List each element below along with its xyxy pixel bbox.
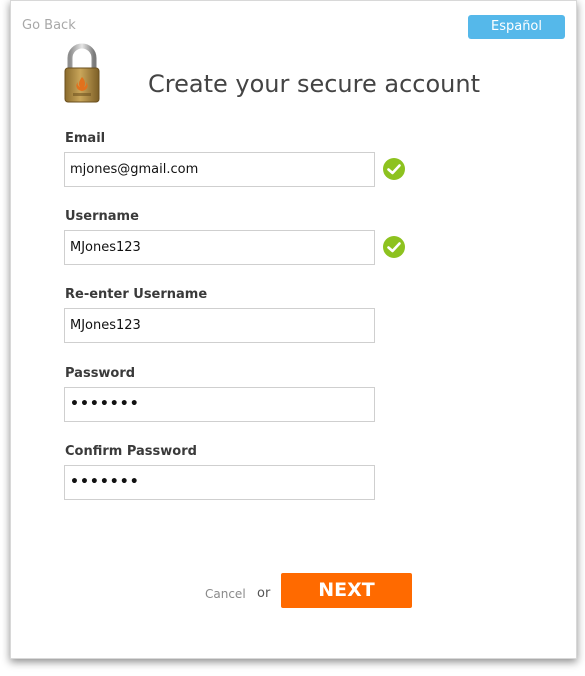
confirm-password-field[interactable]: ••••••• (64, 465, 375, 500)
email-field[interactable]: mjones@gmail.com (64, 152, 375, 187)
go-back-link[interactable]: Go Back (22, 18, 76, 33)
email-valid-checkmark-icon (383, 158, 405, 180)
next-button[interactable]: NEXT (281, 573, 412, 608)
password-field[interactable]: ••••••• (64, 387, 375, 422)
page-title: Create your secure account (148, 70, 480, 98)
username-field[interactable]: MJones123 (64, 230, 375, 265)
cancel-link[interactable]: Cancel (205, 587, 246, 601)
confirm-password-label: Confirm Password (65, 444, 197, 459)
page: Go Back Español Create your secure accou… (0, 0, 585, 676)
padlock-icon (64, 40, 100, 108)
reenter-username-field[interactable]: MJones123 (64, 308, 375, 343)
reenter-username-label: Re-enter Username (65, 287, 208, 302)
username-label: Username (65, 209, 139, 224)
username-valid-checkmark-icon (383, 236, 405, 258)
password-label: Password (65, 366, 136, 381)
or-separator: or (257, 586, 271, 601)
language-button[interactable]: Español (468, 15, 565, 39)
email-label: Email (65, 131, 106, 146)
